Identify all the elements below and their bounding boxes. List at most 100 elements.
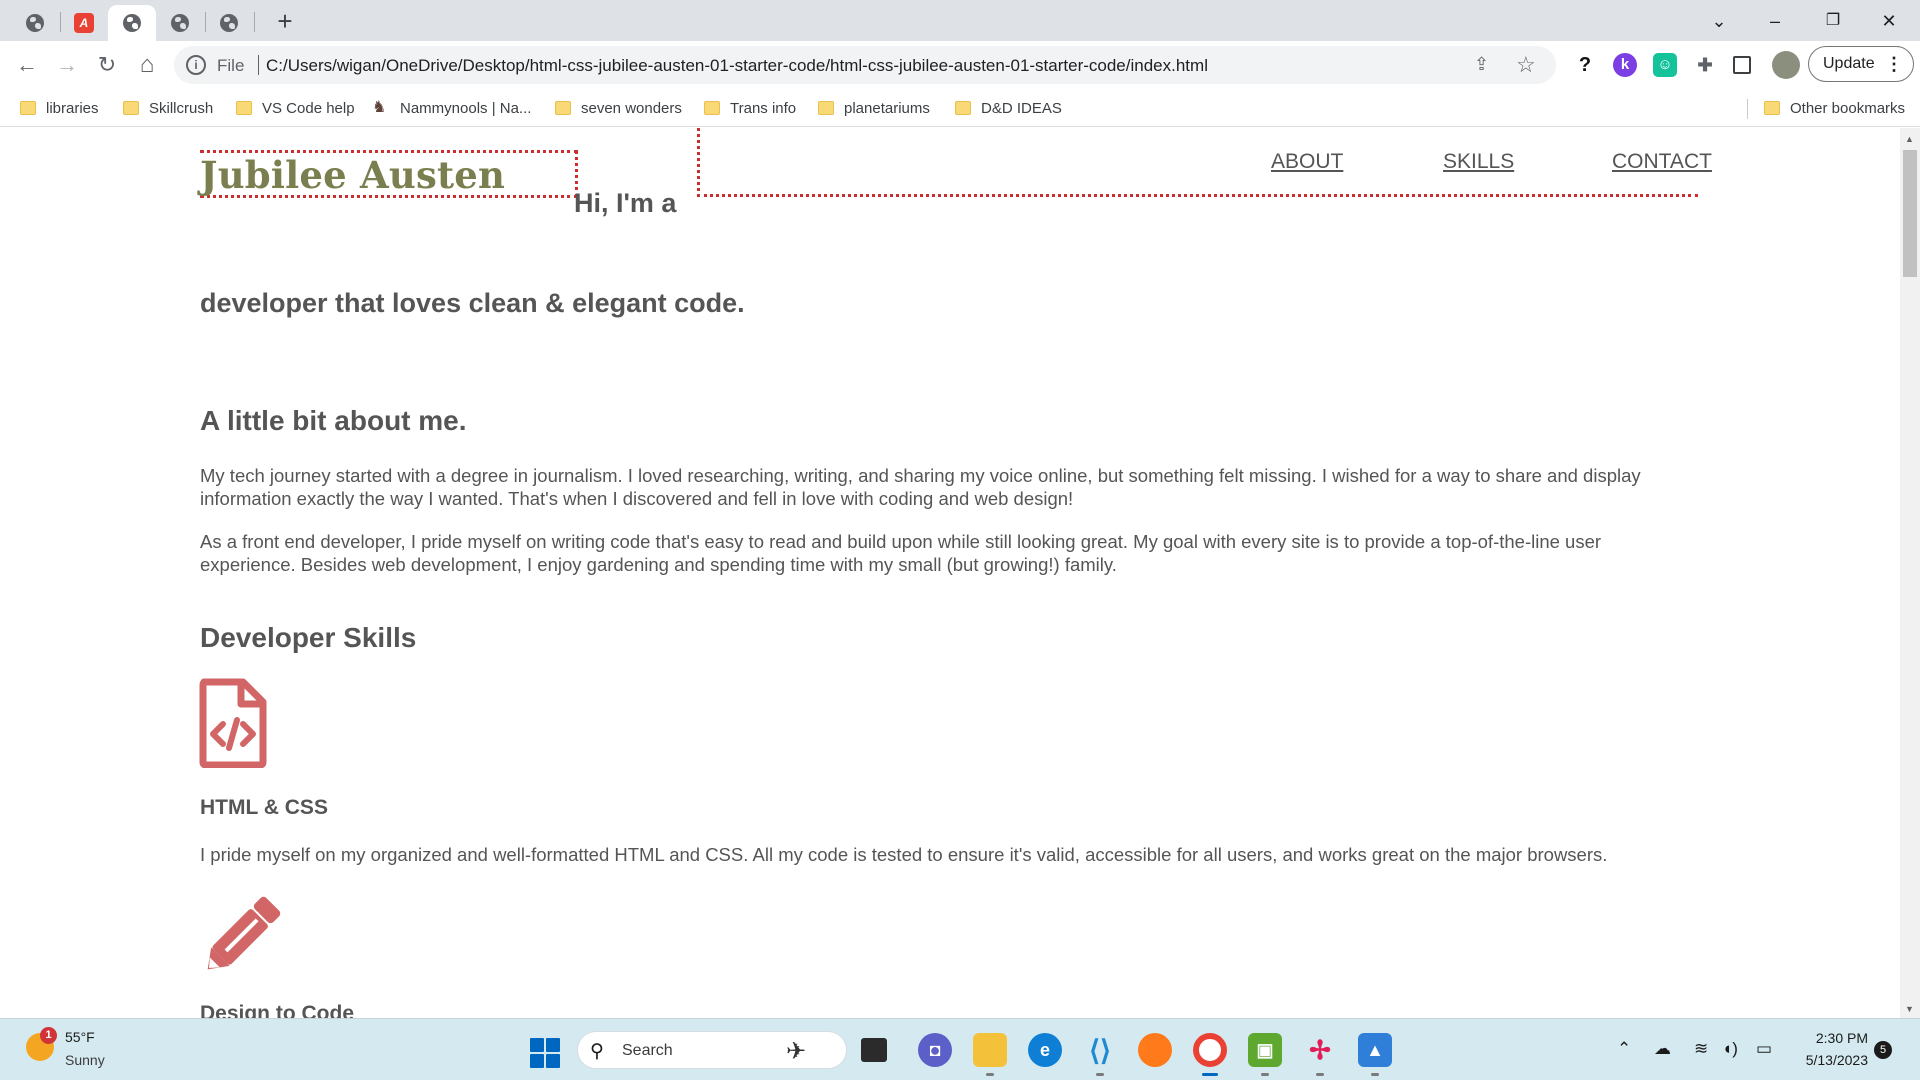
bookmark-dnd-ideas[interactable]: D&D IDEAS	[955, 97, 1062, 119]
bookmark-label: Skillcrush	[149, 99, 214, 117]
notification-count-badge[interactable]: 5	[1874, 1041, 1892, 1059]
restore-button[interactable]: ❐	[1810, 6, 1856, 36]
skill-title: Design to Code	[200, 1002, 355, 1018]
file-explorer-icon[interactable]	[973, 1033, 1007, 1067]
wifi-icon[interactable]: ≋	[1694, 1039, 1708, 1059]
nav-link-contact[interactable]: CONTACT	[1612, 150, 1712, 174]
skill-description: I pride myself on my organized and well-…	[200, 844, 1608, 865]
site-info-icon[interactable]: i	[186, 55, 206, 75]
nav-link-about[interactable]: ABOUT	[1271, 150, 1343, 174]
chat-icon[interactable]: ◘	[918, 1033, 952, 1067]
start-button[interactable]	[530, 1038, 560, 1068]
running-indicator	[1371, 1073, 1379, 1076]
running-indicator	[986, 1073, 994, 1076]
address-bar[interactable]: i File C:/Users/wigan/OneDrive/Desktop/h…	[174, 46, 1556, 84]
reload-button[interactable]: ↻	[92, 50, 122, 80]
clock-time[interactable]: 2:30 PM	[1808, 1030, 1868, 1046]
browser-tab-active[interactable]	[108, 5, 156, 41]
photos-icon[interactable]: ▲	[1358, 1033, 1392, 1067]
browser-tab[interactable]	[156, 5, 204, 41]
scroll-up-arrow-icon[interactable]: ▲	[1905, 134, 1914, 144]
weather-temperature[interactable]: 55°F	[65, 1029, 95, 1045]
folder-icon	[1764, 101, 1780, 115]
folder-icon	[555, 101, 571, 115]
globe-icon	[220, 14, 238, 32]
task-view-icon[interactable]	[861, 1038, 887, 1062]
back-button[interactable]: ←	[12, 50, 42, 80]
bookmarks-divider	[1747, 99, 1748, 119]
firefox-icon[interactable]	[1138, 1033, 1172, 1067]
sticky-app-icon[interactable]: ▣	[1248, 1033, 1282, 1067]
tab-search-button[interactable]: ⌄	[1696, 6, 1742, 36]
bookmark-planetariums[interactable]: planetariums	[818, 97, 930, 119]
extension-question-icon[interactable]: ?	[1573, 53, 1597, 77]
onedrive-cloud-icon[interactable]: ☁	[1654, 1039, 1671, 1059]
extension-k-icon[interactable]: k	[1613, 53, 1637, 77]
share-icon[interactable]: ⇪	[1474, 54, 1489, 75]
skill-title: HTML & CSS	[200, 796, 328, 819]
running-indicator	[1096, 1073, 1104, 1076]
side-panel-icon[interactable]	[1733, 56, 1751, 74]
vscode-icon[interactable]: ⟨⟩	[1083, 1033, 1117, 1067]
weather-condition[interactable]: Sunny	[65, 1052, 105, 1068]
update-button[interactable]: Update ⋮	[1808, 46, 1914, 82]
battery-icon[interactable]: ▭	[1756, 1039, 1772, 1059]
weather-alert-badge: 1	[40, 1027, 57, 1044]
slack-icon[interactable]: ✢	[1303, 1033, 1337, 1067]
edge-icon[interactable]: e	[1028, 1033, 1062, 1067]
extensions-puzzle-icon[interactable]: ✚	[1693, 53, 1717, 77]
forward-button[interactable]: →	[52, 50, 82, 80]
chrome-icon[interactable]	[1193, 1033, 1227, 1067]
bookmark-seven-wonders[interactable]: seven wonders	[555, 97, 682, 119]
scroll-down-arrow-icon[interactable]: ▼	[1905, 1004, 1914, 1014]
search-icon: ⚲	[590, 1041, 604, 1062]
extension-grammar-icon[interactable]: ☺	[1653, 53, 1677, 77]
url-scheme: File	[217, 56, 245, 75]
close-button[interactable]: ✕	[1866, 6, 1912, 36]
scrollbar-thumb[interactable]	[1903, 150, 1917, 277]
bookmark-label: planetariums	[844, 99, 930, 117]
volume-icon[interactable]: ◖)	[1722, 1039, 1738, 1059]
other-bookmarks[interactable]: Other bookmarks	[1764, 97, 1905, 119]
bookmark-label: Trans info	[730, 99, 797, 117]
tray-overflow-chevron-icon[interactable]: ⌃	[1617, 1039, 1631, 1059]
search-label: Search	[622, 1042, 673, 1059]
bookmark-label: seven wonders	[581, 99, 682, 117]
hero-tagline: developer that loves clean & elegant cod…	[200, 288, 745, 318]
home-button[interactable]: ⌂	[132, 50, 162, 80]
taskbar-search[interactable]: ⚲ Search ✈	[577, 1031, 847, 1069]
bookmark-label: VS Code help	[262, 99, 355, 117]
about-paragraph: My tech journey started with a degree in…	[200, 465, 1641, 509]
windows-logo-tile	[530, 1038, 544, 1052]
bookmark-vscode-help[interactable]: VS Code help	[236, 97, 355, 119]
browser-tab[interactable]	[11, 5, 59, 41]
bookmark-star-icon[interactable]: ☆	[1516, 52, 1536, 78]
bookmarks-bar: libraries Skillcrush VS Code help ♞ Nammy…	[0, 89, 1920, 127]
new-tab-button[interactable]: +	[271, 8, 299, 36]
bookmark-trans-info[interactable]: Trans info	[704, 97, 796, 119]
browser-tab[interactable]	[205, 5, 253, 41]
windows-taskbar: 1 55°F Sunny ⚲ Search ✈ ◘ e ⟨⟩ ▣ ✢ ▲ ⌃ ☁…	[0, 1018, 1920, 1080]
globe-icon	[123, 14, 141, 32]
page-scrollbar[interactable]: ▲ ▼	[1900, 128, 1920, 1018]
minimize-button[interactable]: –	[1752, 6, 1798, 36]
browser-tab[interactable]: A	[60, 5, 108, 41]
skills-heading: Developer Skills	[200, 622, 417, 653]
bookmark-libraries[interactable]: libraries	[20, 97, 99, 119]
windows-logo-tile	[546, 1038, 560, 1052]
code-file-icon	[199, 678, 267, 768]
site-logo[interactable]: Jubilee Austen	[200, 153, 505, 197]
bookmark-nammynools[interactable]: ♞ Nammynools | Na...	[372, 97, 531, 119]
url-text[interactable]: C:/Users/wigan/OneDrive/Desktop/html-css…	[266, 56, 1208, 76]
tab-divider	[254, 12, 255, 32]
bookmark-skillcrush[interactable]: Skillcrush	[123, 97, 213, 119]
clock-date[interactable]: 5/13/2023	[1796, 1052, 1868, 1068]
nav-link-skills[interactable]: SKILLS	[1443, 150, 1514, 174]
menu-kebab-icon[interactable]: ⋮	[1885, 47, 1903, 81]
hero-intro: Hi, I'm a	[574, 188, 677, 218]
profile-avatar[interactable]	[1772, 51, 1800, 79]
folder-icon	[818, 101, 834, 115]
web-page: Jubilee Austen ABOUT SKILLS CONTACT Hi, …	[0, 128, 1900, 1018]
pencil-icon	[207, 896, 281, 970]
globe-icon	[171, 14, 189, 32]
